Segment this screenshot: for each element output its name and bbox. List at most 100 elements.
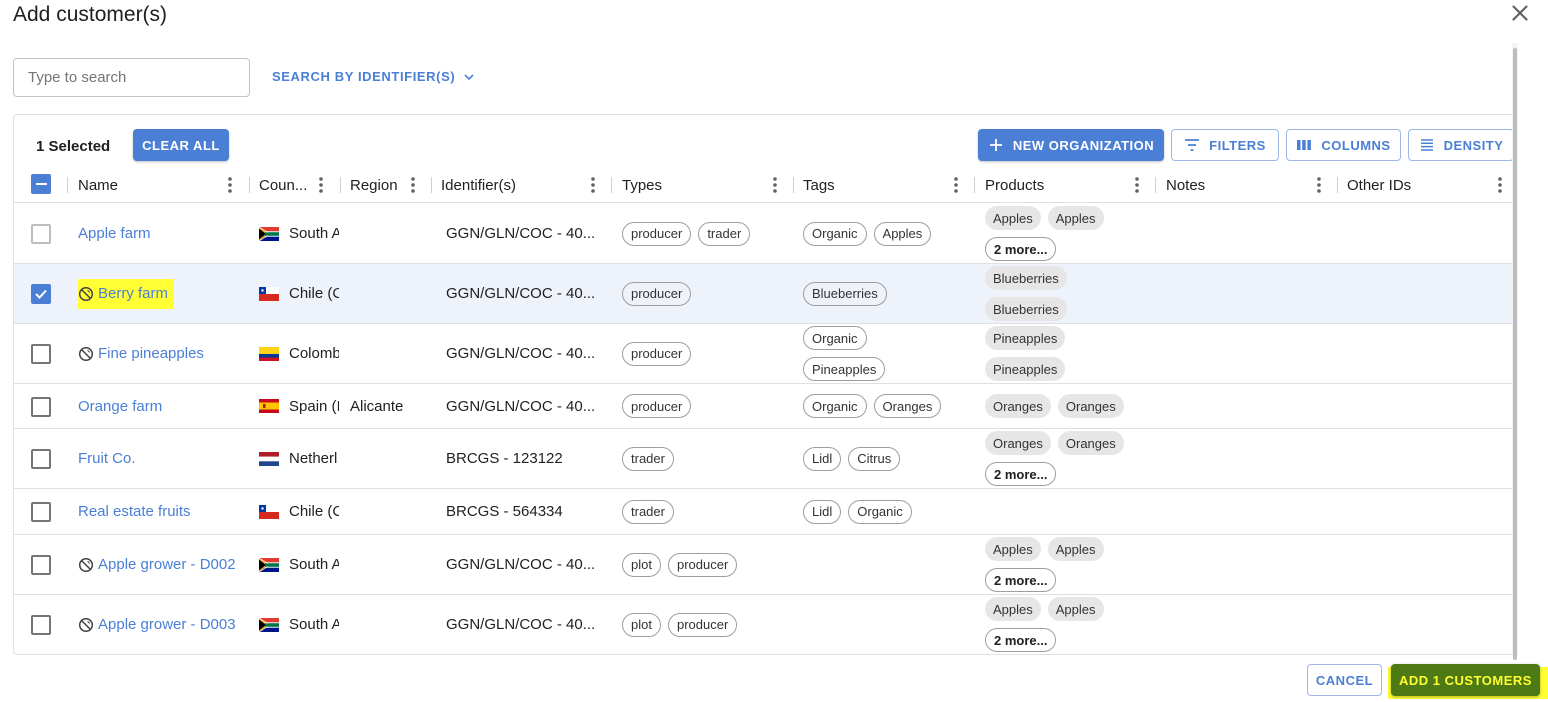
column-menu-icon[interactable] — [946, 175, 966, 195]
clear-all-button[interactable]: CLEAR ALL — [133, 129, 229, 161]
column-header-country[interactable]: Coun... — [259, 167, 339, 203]
column-separator[interactable] — [249, 177, 250, 193]
other-ids-cell — [1347, 264, 1507, 323]
table-row[interactable]: Fine pineapples Colomb GGN/GLN/COC - 40...… — [14, 324, 1512, 384]
types-cell: producer — [622, 384, 793, 428]
flag-netherlands-icon — [259, 451, 279, 466]
more-products-chip[interactable]: 2 more... — [985, 237, 1057, 261]
column-header-products[interactable]: Products — [985, 167, 1155, 203]
product-chip: Apples — [985, 537, 1041, 561]
region-cell — [350, 535, 431, 594]
table-row[interactable]: Apple grower - D003 South A GGN/GLN/COC - … — [14, 595, 1512, 654]
column-separator[interactable] — [1155, 177, 1156, 193]
customer-name: Orange farm — [78, 397, 163, 415]
row-checkbox[interactable] — [31, 396, 51, 417]
customer-name-link[interactable]: Berry farm — [78, 278, 175, 309]
identifier-value: GGN/GLN/COC - 40... — [446, 225, 596, 242]
row-checkbox[interactable] — [31, 502, 51, 522]
customer-name-link[interactable]: Apple grower - D003 — [78, 616, 236, 633]
filters-button[interactable]: FILTERS — [1171, 129, 1279, 161]
customer-name: Apple grower - D003 — [98, 616, 236, 633]
tags-cell: Lidl Organic — [803, 489, 974, 534]
table-row[interactable]: Orange farm Spain (I Alicante GGN/GLN/COC -… — [14, 384, 1512, 429]
column-menu-icon[interactable] — [311, 175, 331, 195]
column-header-notes[interactable]: Notes — [1166, 167, 1337, 203]
more-products-chip[interactable]: 2 more... — [985, 568, 1057, 592]
table-row[interactable]: Apple grower - D002 South A GGN/GLN/COC - … — [14, 535, 1512, 595]
column-separator[interactable] — [67, 177, 68, 193]
column-header-name[interactable]: Name — [78, 167, 248, 203]
checkmark-icon — [35, 289, 47, 299]
row-checkbox[interactable] — [31, 284, 51, 304]
table-row[interactable]: Berry farm Chile (C GGN/GLN/COC - 40... pro… — [14, 264, 1512, 324]
other-ids-cell — [1347, 324, 1507, 383]
column-separator[interactable] — [611, 177, 612, 193]
row-checkbox[interactable] — [31, 555, 51, 575]
row-checkbox[interactable] — [31, 449, 51, 469]
column-separator[interactable] — [793, 177, 794, 193]
column-header-region[interactable]: Region — [350, 167, 431, 203]
column-separator[interactable] — [974, 177, 975, 193]
tags-cell: Organic Apples — [803, 204, 974, 263]
flag-chile-icon — [259, 286, 279, 301]
new-organization-button[interactable]: NEW ORGANIZATION — [978, 129, 1164, 161]
customer-name-link[interactable]: Apple grower - D002 — [78, 556, 236, 573]
column-menu-icon[interactable] — [220, 175, 240, 195]
table-row[interactable]: Apple farm South A GGN/GLN/COC - 40... prod… — [14, 204, 1512, 264]
density-button[interactable]: DENSITY — [1408, 129, 1514, 161]
customer-name-link[interactable]: Apple farm — [78, 225, 151, 242]
other-ids-cell — [1347, 535, 1507, 594]
column-menu-icon[interactable] — [1309, 175, 1329, 195]
more-products-chip[interactable]: 2 more... — [985, 462, 1057, 486]
column-menu-icon[interactable] — [583, 175, 603, 195]
product-chip: Blueberries — [985, 266, 1067, 290]
column-separator[interactable] — [431, 177, 432, 193]
identifier-cell: BRCGS - 123122 — [446, 429, 611, 488]
columns-icon — [1297, 140, 1312, 150]
close-icon[interactable] — [1507, 0, 1533, 26]
add-customers-button[interactable]: ADD 1 CUSTOMERS — [1391, 664, 1540, 696]
notes-cell — [1166, 595, 1337, 654]
customer-name-link[interactable]: Real estate fruits — [78, 503, 191, 520]
search-by-identifier-button[interactable]: SEARCH BY IDENTIFIER(S) — [272, 69, 475, 84]
column-menu-icon[interactable] — [403, 175, 423, 195]
column-separator[interactable] — [1337, 177, 1338, 193]
row-checkbox[interactable] — [31, 224, 51, 244]
column-menu-icon[interactable] — [1490, 175, 1510, 195]
columns-button[interactable]: COLUMNS — [1286, 129, 1401, 161]
search-input[interactable] — [13, 58, 250, 97]
table-row[interactable]: Fruit Co. Netherl BRCGS - 123122 trader Lidl… — [14, 429, 1512, 489]
select-all-checkbox[interactable] — [31, 174, 51, 194]
column-menu-icon[interactable] — [1127, 175, 1147, 195]
customer-name-link[interactable]: Orange farm — [78, 398, 162, 415]
type-chip: producer — [667, 612, 738, 637]
identifier-value: GGN/GLN/COC - 40... — [446, 616, 596, 633]
type-chip: plot — [622, 612, 661, 637]
tags-cell: Blueberries — [803, 264, 974, 323]
customer-name-link[interactable]: Fine pineapples — [78, 345, 204, 362]
more-products-chip[interactable]: 2 more... — [985, 628, 1057, 652]
table-row[interactable]: Real estate fruits Chile (C BRCGS - 564334… — [14, 489, 1512, 535]
notes-cell — [1166, 324, 1337, 383]
notes-cell — [1166, 204, 1337, 263]
column-header-identifiers[interactable]: Identifier(s) — [441, 167, 611, 203]
notes-cell — [1166, 384, 1337, 428]
column-menu-icon[interactable] — [765, 175, 785, 195]
column-header-tags[interactable]: Tags — [803, 167, 974, 203]
filter-icon — [1185, 139, 1200, 151]
column-header-types[interactable]: Types — [622, 167, 793, 203]
tag-chip: Blueberries — [803, 281, 887, 306]
dialog-scrollbar-thumb[interactable] — [1513, 48, 1517, 660]
row-checkbox[interactable] — [31, 615, 51, 635]
identifier-value: GGN/GLN/COC - 40... — [446, 556, 596, 573]
country-name: Chile (C — [289, 285, 339, 302]
customer-name-link[interactable]: Fruit Co. — [78, 450, 136, 467]
identifier-cell: GGN/GLN/COC - 40... — [446, 595, 611, 654]
row-checkbox[interactable] — [31, 344, 51, 364]
columns-label: COLUMNS — [1321, 137, 1391, 153]
column-header-other-ids[interactable]: Other IDs — [1347, 167, 1517, 203]
cancel-button[interactable]: CANCEL — [1307, 664, 1382, 696]
type-chip: producer — [622, 281, 692, 306]
column-separator[interactable] — [340, 177, 341, 193]
tag-chip: Pineapples — [803, 357, 886, 381]
